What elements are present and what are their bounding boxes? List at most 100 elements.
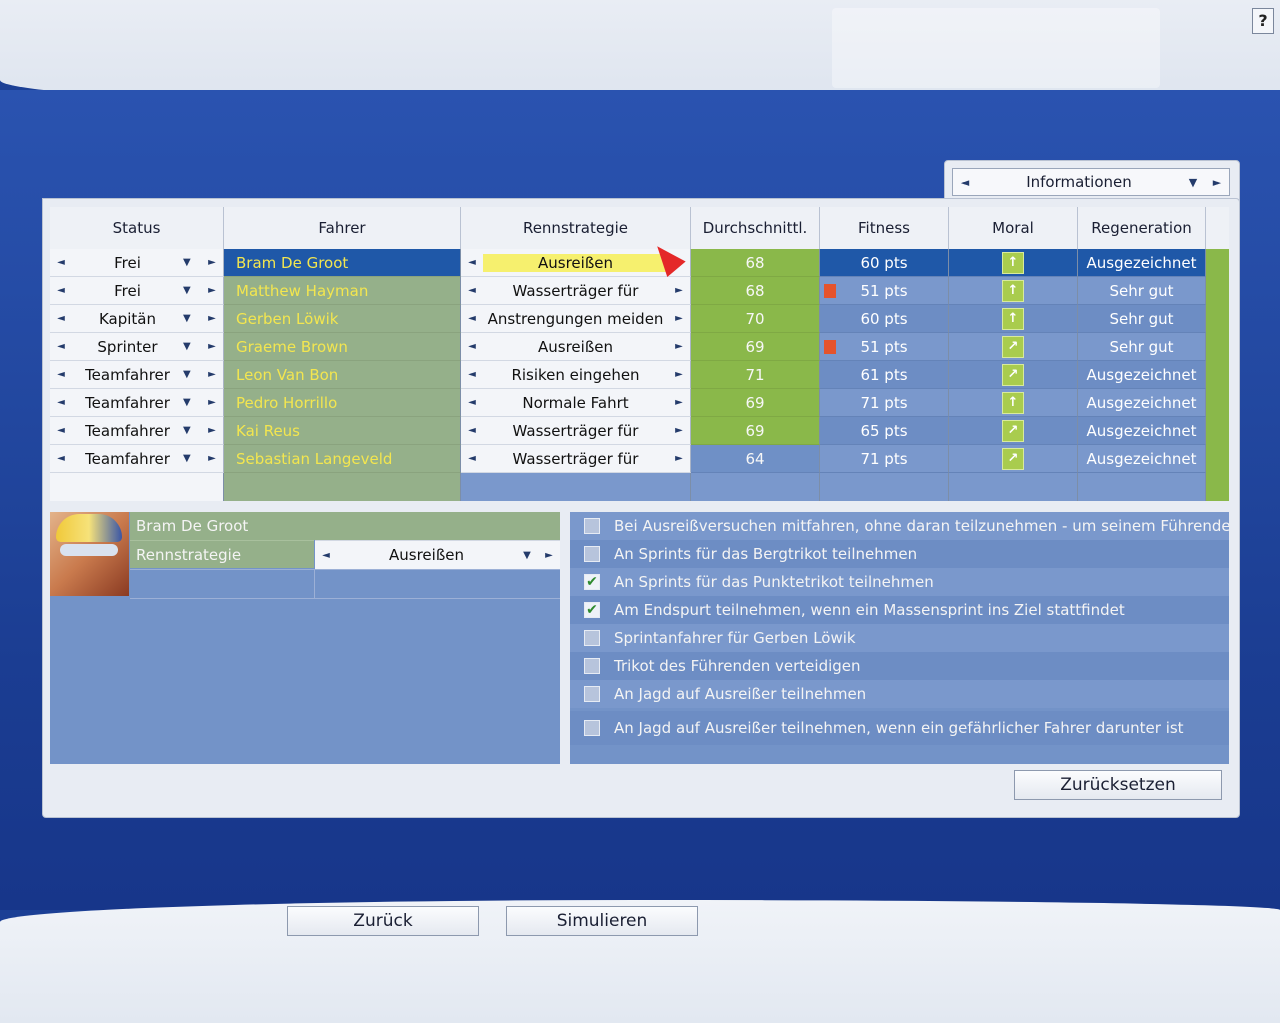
info-dropdown-icon[interactable]: ▼: [1181, 169, 1205, 195]
col-status[interactable]: Status: [50, 207, 224, 249]
info-selector[interactable]: ◄ Informationen ▼ ►: [952, 168, 1230, 196]
rider-name[interactable]: Gerben Löwik: [224, 305, 461, 333]
checkbox-unchecked-icon[interactable]: [584, 546, 600, 562]
strategy-selector[interactable]: ◄ Normale Fahrt ►: [461, 389, 691, 417]
status-dropdown-icon[interactable]: ▼: [183, 285, 201, 296]
status-dropdown-icon[interactable]: ▼: [183, 425, 201, 436]
status-next-arrow-icon[interactable]: ►: [201, 285, 223, 296]
status-selector[interactable]: ◄ Frei ▼ ►: [50, 249, 224, 277]
status-selector[interactable]: ◄ Teamfahrer ▼ ►: [50, 445, 224, 473]
strategy-prev-arrow-icon[interactable]: ◄: [461, 313, 483, 324]
table-row[interactable]: ◄ Teamfahrer ▼ ► Kai Reus ◄ Wasserträger…: [50, 417, 1229, 445]
status-selector[interactable]: ◄ Kapitän ▼ ►: [50, 305, 224, 333]
status-dropdown-icon[interactable]: ▼: [183, 257, 201, 268]
status-dropdown-icon[interactable]: ▼: [183, 369, 201, 380]
info-prev-arrow-icon[interactable]: ◄: [953, 169, 977, 195]
status-selector[interactable]: ◄ Teamfahrer ▼ ►: [50, 361, 224, 389]
checkbox-unchecked-icon[interactable]: [584, 686, 600, 702]
status-dropdown-icon[interactable]: ▼: [183, 341, 201, 352]
rider-name[interactable]: Kai Reus: [224, 417, 461, 445]
strategy-selector[interactable]: ◄ Wasserträger für ►: [461, 445, 691, 473]
table-row[interactable]: ◄ Kapitän ▼ ► Gerben Löwik ◄ Anstrengung…: [50, 305, 1229, 333]
strategy-selector[interactable]: ◄ Wasserträger für ►: [461, 277, 691, 305]
status-next-arrow-icon[interactable]: ►: [201, 313, 223, 324]
status-next-arrow-icon[interactable]: ►: [201, 341, 223, 352]
strategy-selector[interactable]: ◄ Ausreißen ►: [461, 333, 691, 361]
col-fahrer[interactable]: Fahrer: [224, 207, 461, 249]
checkbox-unchecked-icon[interactable]: [584, 720, 600, 736]
option-row[interactable]: Trikot des Führenden verteidigen: [570, 652, 1229, 680]
rider-name[interactable]: Sebastian Langeveld: [224, 445, 461, 473]
status-selector[interactable]: ◄ Teamfahrer ▼ ►: [50, 417, 224, 445]
option-row[interactable]: ✔ Am Endspurt teilnehmen, wenn ein Masse…: [570, 596, 1229, 624]
strategy-selector[interactable]: ◄ Risiken eingehen ►: [461, 361, 691, 389]
checkbox-unchecked-icon[interactable]: [584, 658, 600, 674]
status-dropdown-icon[interactable]: ▼: [183, 453, 201, 464]
strategy-prev-arrow-icon[interactable]: ◄: [461, 397, 483, 408]
option-row[interactable]: An Jagd auf Ausreißer teilnehmen: [570, 680, 1229, 708]
status-prev-arrow-icon[interactable]: ◄: [50, 369, 72, 380]
table-row[interactable]: ◄ Teamfahrer ▼ ► Pedro Horrillo ◄ Normal…: [50, 389, 1229, 417]
checkbox-unchecked-icon[interactable]: [584, 630, 600, 646]
status-next-arrow-icon[interactable]: ►: [201, 369, 223, 380]
info-next-arrow-icon[interactable]: ►: [1205, 169, 1229, 195]
strategy-prev-arrow-icon[interactable]: ◄: [461, 369, 483, 380]
checkbox-checked-icon[interactable]: ✔: [584, 574, 600, 590]
status-prev-arrow-icon[interactable]: ◄: [50, 257, 72, 268]
strategy-next-arrow-icon[interactable]: ►: [668, 453, 690, 464]
strategy-prev-arrow-icon[interactable]: ◄: [461, 453, 483, 464]
option-row[interactable]: Bei Ausreißversuchen mitfahren, ohne dar…: [570, 512, 1229, 540]
detail-strategy-selector[interactable]: ◄ Ausreißen ▼ ►: [315, 540, 560, 569]
status-selector[interactable]: ◄ Sprinter ▼ ►: [50, 333, 224, 361]
table-row[interactable]: ◄ Frei ▼ ► Matthew Hayman ◄ Wasserträger…: [50, 277, 1229, 305]
rider-name[interactable]: Matthew Hayman: [224, 277, 461, 305]
status-dropdown-icon[interactable]: ▼: [183, 397, 201, 408]
option-row[interactable]: An Sprints für das Bergtrikot teilnehmen: [570, 540, 1229, 568]
strategy-next-arrow-icon[interactable]: ►: [668, 341, 690, 352]
strategy-prev-arrow-icon[interactable]: ◄: [461, 425, 483, 436]
option-row[interactable]: ✔ An Sprints für das Punktetrikot teilne…: [570, 568, 1229, 596]
back-button[interactable]: Zurück: [287, 906, 479, 936]
strategy-next-arrow-icon[interactable]: ►: [668, 425, 690, 436]
col-moral[interactable]: Moral: [949, 207, 1078, 249]
help-button[interactable]: ?: [1252, 8, 1274, 34]
rider-name[interactable]: Graeme Brown: [224, 333, 461, 361]
status-prev-arrow-icon[interactable]: ◄: [50, 397, 72, 408]
rider-name[interactable]: Leon Van Bon: [224, 361, 461, 389]
status-prev-arrow-icon[interactable]: ◄: [50, 341, 72, 352]
status-prev-arrow-icon[interactable]: ◄: [50, 285, 72, 296]
status-next-arrow-icon[interactable]: ►: [201, 425, 223, 436]
rider-name[interactable]: Pedro Horrillo: [224, 389, 461, 417]
option-row[interactable]: Sprintanfahrer für Gerben Löwik: [570, 624, 1229, 652]
detail-prev-arrow-icon[interactable]: ◄: [315, 550, 337, 561]
col-durchschnitt[interactable]: Durchschnittl.: [691, 207, 820, 249]
checkbox-checked-icon[interactable]: ✔: [584, 602, 600, 618]
strategy-next-arrow-icon[interactable]: ►: [668, 369, 690, 380]
status-selector[interactable]: ◄ Frei ▼ ►: [50, 277, 224, 305]
status-prev-arrow-icon[interactable]: ◄: [50, 425, 72, 436]
status-selector[interactable]: ◄ Teamfahrer ▼ ►: [50, 389, 224, 417]
status-next-arrow-icon[interactable]: ►: [201, 397, 223, 408]
table-row[interactable]: ◄ Frei ▼ ► Bram De Groot ◄ Ausreißen ► 6…: [50, 249, 1229, 277]
col-fitness[interactable]: Fitness: [820, 207, 949, 249]
detail-dropdown-icon[interactable]: ▼: [516, 550, 538, 561]
strategy-next-arrow-icon[interactable]: ►: [668, 397, 690, 408]
simulate-button[interactable]: Simulieren: [506, 906, 698, 936]
strategy-prev-arrow-icon[interactable]: ◄: [461, 257, 483, 268]
col-regeneration[interactable]: Regeneration: [1078, 207, 1206, 249]
table-row[interactable]: ◄ Teamfahrer ▼ ► Sebastian Langeveld ◄ W…: [50, 445, 1229, 473]
status-next-arrow-icon[interactable]: ►: [201, 257, 223, 268]
strategy-next-arrow-icon[interactable]: ►: [668, 313, 690, 324]
table-row[interactable]: ◄ Sprinter ▼ ► Graeme Brown ◄ Ausreißen …: [50, 333, 1229, 361]
strategy-prev-arrow-icon[interactable]: ◄: [461, 285, 483, 296]
reset-button[interactable]: Zurücksetzen: [1014, 770, 1222, 800]
strategy-next-arrow-icon[interactable]: ►: [668, 285, 690, 296]
detail-next-arrow-icon[interactable]: ►: [538, 550, 560, 561]
option-row[interactable]: An Jagd auf Ausreißer teilnehmen, wenn e…: [570, 711, 1229, 745]
strategy-selector[interactable]: ◄ Anstrengungen meiden ►: [461, 305, 691, 333]
checkbox-unchecked-icon[interactable]: [584, 518, 600, 534]
strategy-prev-arrow-icon[interactable]: ◄: [461, 341, 483, 352]
table-row[interactable]: ◄ Teamfahrer ▼ ► Leon Van Bon ◄ Risiken …: [50, 361, 1229, 389]
status-prev-arrow-icon[interactable]: ◄: [50, 313, 72, 324]
rider-name[interactable]: Bram De Groot: [224, 249, 461, 277]
